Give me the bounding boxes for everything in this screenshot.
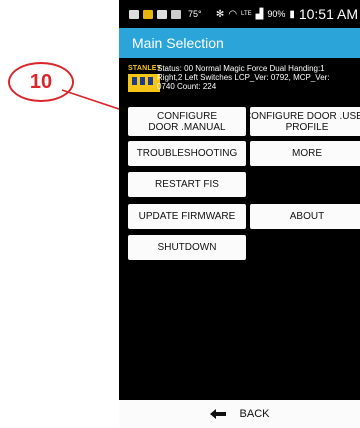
app-icon <box>143 9 153 19</box>
door-logo-icon <box>128 74 160 92</box>
button-label-line-2: PROFILE <box>285 121 329 133</box>
network-type: LTE <box>241 11 252 17</box>
back-button[interactable]: BACK <box>119 400 360 428</box>
battery-icon: ▮ <box>289 8 295 20</box>
message-icon <box>129 9 139 19</box>
status-line-1: Status: 00 Normal Magic Force Dual Handi… <box>157 64 325 73</box>
page-title: Main Selection <box>119 28 360 58</box>
bluetooth-icon: ✻ <box>215 8 225 20</box>
update-firmware-button[interactable]: UPDATE FIRMWARE <box>128 204 246 229</box>
mail-icon <box>171 9 181 19</box>
restart-fis-button[interactable]: RESTART FIS <box>128 172 246 197</box>
more-button[interactable]: MORE <box>250 141 360 166</box>
button-label-line-2: DOOR .MANUAL <box>148 121 226 133</box>
temperature-label: 75° <box>188 9 202 19</box>
troubleshooting-button[interactable]: TROUBLESHOOTING <box>128 141 246 166</box>
about-button[interactable]: ABOUT <box>250 204 360 229</box>
button-label-line-1: CONFIGURE <box>157 110 217 122</box>
arrow-left-icon <box>209 409 226 419</box>
configure-door-manual-button[interactable]: CONFIGURE DOOR .MANUAL <box>128 107 246 136</box>
back-label: BACK <box>239 408 270 420</box>
status-bar: 75° ✻ ◠ LTE ▟ 90% ▮ 10:51 AM <box>119 0 360 28</box>
signal-icon: ▟ <box>255 8 264 20</box>
battery-percent: 90% <box>267 9 286 19</box>
door-status-panel: STANLEY Status: 00 Normal Magic Force Du… <box>119 58 360 98</box>
clock: 10:51 AM <box>298 6 358 22</box>
status-line-3: 0740 Count: 224 <box>157 82 217 91</box>
image-icon <box>157 9 167 19</box>
configure-door-used-profile-button[interactable]: CONFIGURE DOOR .USED PROFILE <box>250 107 360 136</box>
status-line-2: Right,2 Left Switches LCP_Ver: 0792, MCP… <box>157 73 330 82</box>
wifi-icon: ◠ <box>228 8 238 20</box>
phone-screen: 75° ✻ ◠ LTE ▟ 90% ▮ 10:51 AM Main Select… <box>119 0 360 428</box>
button-label-line-1: CONFIGURE DOOR .USED <box>250 110 360 122</box>
shutdown-button[interactable]: SHUTDOWN <box>128 235 246 260</box>
